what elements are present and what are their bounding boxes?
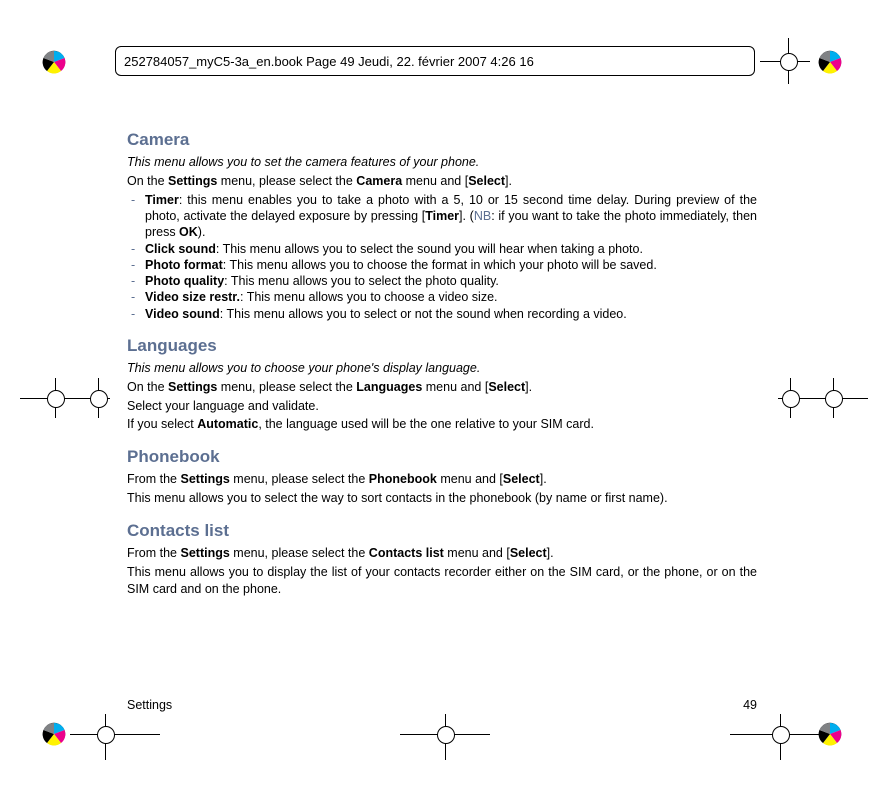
text-bold: Settings bbox=[168, 174, 217, 188]
text: ]. ( bbox=[459, 209, 474, 223]
text: From the bbox=[127, 472, 181, 486]
text: : This menu allows you to select the sou… bbox=[216, 242, 643, 256]
text-bold: Timer bbox=[145, 193, 179, 207]
text: From the bbox=[127, 546, 181, 560]
text: menu, please select the bbox=[230, 472, 369, 486]
phonebook-line2: This menu allows you to select the way t… bbox=[127, 490, 757, 507]
section-heading-phonebook: Phonebook bbox=[127, 447, 757, 467]
text: ]. bbox=[547, 546, 554, 560]
list-item: Click sound: This menu allows you to sel… bbox=[127, 241, 757, 257]
crosshair-icon bbox=[20, 378, 110, 418]
text: menu and [ bbox=[402, 174, 468, 188]
languages-line3: If you select Automatic, the language us… bbox=[127, 416, 757, 433]
section-heading-languages: Languages bbox=[127, 336, 757, 356]
text-nb: NB bbox=[474, 209, 491, 223]
text: ). bbox=[198, 225, 206, 239]
crosshair-icon bbox=[730, 714, 820, 764]
languages-intro: This menu allows you to choose your phon… bbox=[127, 360, 757, 377]
text-bold: Select bbox=[510, 546, 547, 560]
text-bold: Settings bbox=[181, 472, 230, 486]
section-heading-camera: Camera bbox=[127, 130, 757, 150]
text-bold: Photo quality bbox=[145, 274, 224, 288]
footer-page-number: 49 bbox=[743, 698, 757, 712]
text: menu and [ bbox=[437, 472, 503, 486]
crosshair-icon bbox=[400, 714, 490, 764]
text-bold: Phonebook bbox=[369, 472, 437, 486]
text-bold: Settings bbox=[181, 546, 230, 560]
text: : This menu allows you to select the pho… bbox=[224, 274, 499, 288]
text: : This menu allows you to choose the for… bbox=[223, 258, 657, 272]
text: ]. bbox=[525, 380, 532, 394]
crosshair-icon bbox=[760, 46, 810, 76]
text-bold: Photo format bbox=[145, 258, 223, 272]
languages-line2: Select your language and validate. bbox=[127, 398, 757, 415]
text: menu, please select the bbox=[230, 546, 369, 560]
text: If you select bbox=[127, 417, 197, 431]
camera-select-line: On the Settings menu, please select the … bbox=[127, 173, 757, 190]
crosshair-icon bbox=[70, 714, 160, 764]
text-bold: Settings bbox=[168, 380, 217, 394]
text: menu and [ bbox=[444, 546, 510, 560]
text: menu and [ bbox=[422, 380, 488, 394]
text: : This menu allows you to choose a video… bbox=[240, 290, 498, 304]
text-bold: Automatic bbox=[197, 417, 258, 431]
reg-mark-color-br bbox=[818, 722, 842, 746]
list-item: Video size restr.: This menu allows you … bbox=[127, 289, 757, 305]
text-bold: Languages bbox=[356, 380, 422, 394]
reg-mark-color-tr bbox=[818, 50, 842, 74]
page-footer: Settings 49 bbox=[127, 698, 757, 712]
text: ]. bbox=[540, 472, 547, 486]
text-bold: Select bbox=[468, 174, 505, 188]
text: , the language used will be the one rela… bbox=[258, 417, 594, 431]
text-bold: Camera bbox=[356, 174, 402, 188]
text-bold: Contacts list bbox=[369, 546, 444, 560]
list-item: Video sound: This menu allows you to sel… bbox=[127, 306, 757, 322]
phonebook-line1: From the Settings menu, please select th… bbox=[127, 471, 757, 488]
crosshair-icon bbox=[778, 378, 868, 418]
text-bold: Select bbox=[503, 472, 540, 486]
footer-section-name: Settings bbox=[127, 698, 172, 712]
text: menu, please select the bbox=[217, 174, 356, 188]
text-bold: OK bbox=[179, 225, 198, 239]
camera-intro: This menu allows you to set the camera f… bbox=[127, 154, 757, 171]
text-bold: Click sound bbox=[145, 242, 216, 256]
page-header-band: 252784057_myC5-3a_en.book Page 49 Jeudi,… bbox=[115, 46, 755, 76]
reg-mark-color-tl bbox=[42, 50, 66, 74]
text: : This menu allows you to select or not … bbox=[220, 307, 627, 321]
text: On the bbox=[127, 174, 168, 188]
contacts-line1: From the Settings menu, please select th… bbox=[127, 545, 757, 562]
text: ]. bbox=[505, 174, 512, 188]
text-bold: Timer bbox=[425, 209, 459, 223]
contacts-line2: This menu allows you to display the list… bbox=[127, 564, 757, 598]
list-item: Photo quality: This menu allows you to s… bbox=[127, 273, 757, 289]
page-body: Camera This menu allows you to set the c… bbox=[127, 130, 757, 600]
header-text: 252784057_myC5-3a_en.book Page 49 Jeudi,… bbox=[124, 54, 534, 69]
section-heading-contacts: Contacts list bbox=[127, 521, 757, 541]
text: On the bbox=[127, 380, 168, 394]
text-bold: Select bbox=[488, 380, 525, 394]
languages-line1: On the Settings menu, please select the … bbox=[127, 379, 757, 396]
text-bold: Video size restr. bbox=[145, 290, 240, 304]
text: menu, please select the bbox=[217, 380, 356, 394]
list-item: Timer: this menu enables you to take a p… bbox=[127, 192, 757, 241]
reg-mark-color-bl bbox=[42, 722, 66, 746]
camera-feature-list: Timer: this menu enables you to take a p… bbox=[127, 192, 757, 322]
text-bold: Video sound bbox=[145, 307, 220, 321]
list-item: Photo format: This menu allows you to ch… bbox=[127, 257, 757, 273]
